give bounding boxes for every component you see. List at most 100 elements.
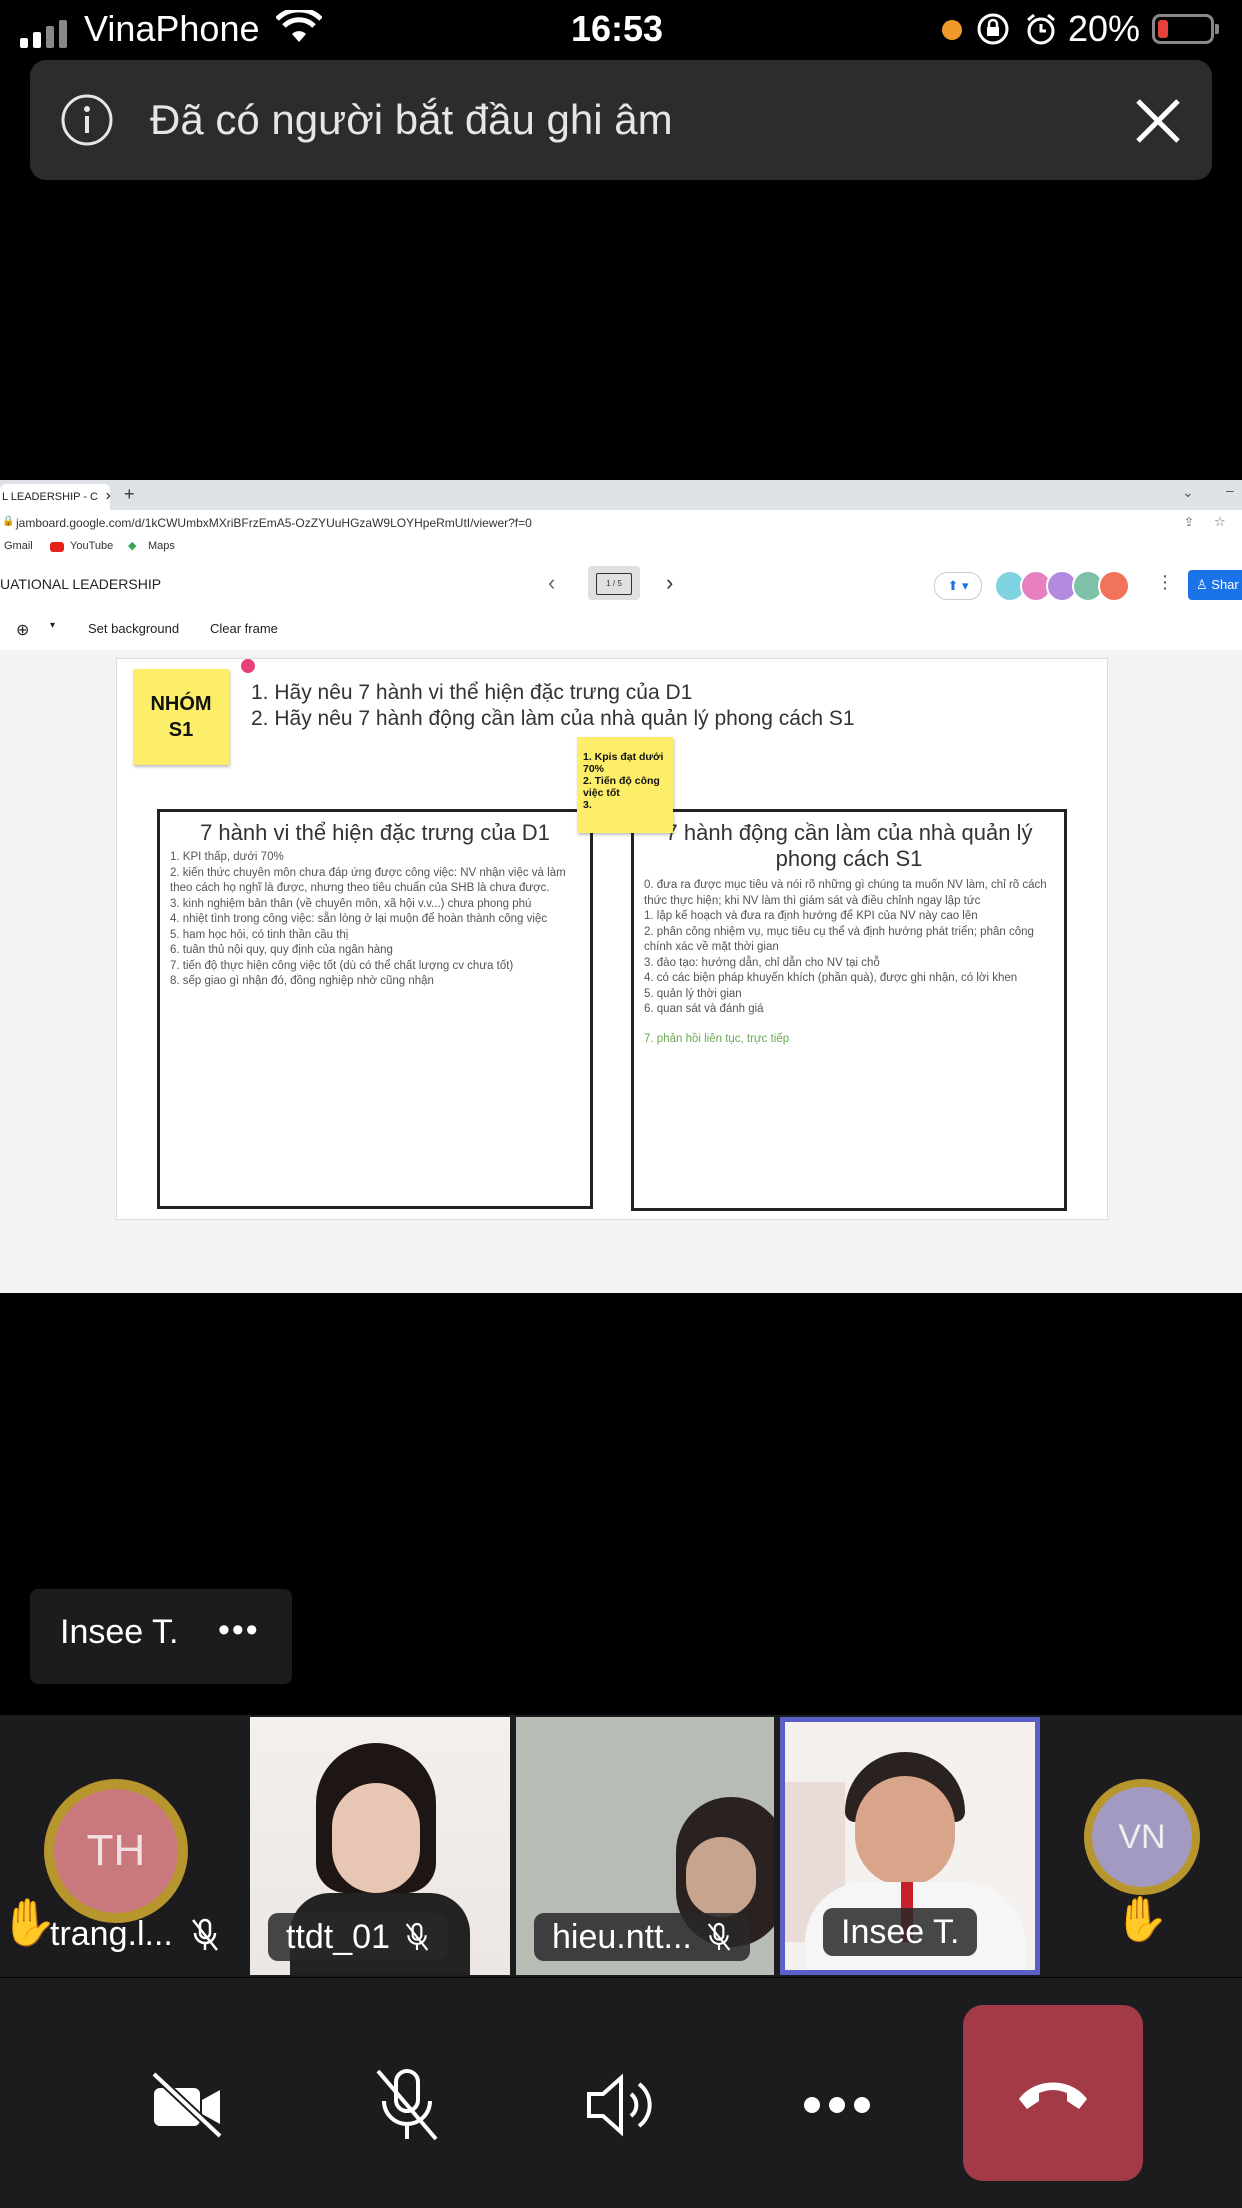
bookmark-youtube[interactable]: YouTube: [70, 540, 113, 552]
list-item: 1. KPI thấp, dưới 70%: [170, 851, 284, 863]
avatar: VN: [1084, 1779, 1200, 1895]
speaker-icon: [587, 2073, 652, 2137]
carrier-name: VinaPhone: [84, 8, 260, 49]
jamboard-toolbar: ⊕ ▾ Set background Clear frame: [0, 610, 1242, 651]
frame-bar-button[interactable]: 1 / 5: [588, 566, 640, 600]
list-item: 1. lập kế hoạch và đưa ra định hướng để …: [644, 910, 978, 922]
mic-off-icon: [190, 1917, 220, 1958]
wifi-icon: [275, 7, 323, 49]
bookmark-maps[interactable]: Maps: [148, 540, 175, 552]
list-item: 3. kinh nghiệm bản thân (về chuyên môn, …: [170, 897, 532, 910]
list-item: 5. quản lý thời gian: [644, 987, 742, 1000]
participant-tile[interactable]: ttdt_01: [250, 1717, 510, 1975]
present-button[interactable]: ⬆ ▾: [934, 572, 982, 600]
jam-frame[interactable]: NHÓM S1 1. Hãy nêu 7 hành vi thể hiện đặ…: [116, 658, 1108, 1220]
participant-tile-active[interactable]: Insee T.: [780, 1717, 1040, 1975]
right-box: 7 hành động cần làm của nhà quản lý phon…: [631, 809, 1067, 1211]
participant-name: Insee T.: [841, 1913, 960, 1951]
call-controls: [0, 1978, 1242, 2208]
camera-toggle-button[interactable]: [133, 2050, 243, 2160]
participant-name: trang.l...: [50, 1915, 173, 1953]
jamboard-canvas: NHÓM S1 1. Hãy nêu 7 hành vi thể hiện đặ…: [0, 650, 1242, 1293]
set-background-button[interactable]: Set background: [88, 621, 179, 636]
share-label: Shar: [1211, 577, 1239, 592]
participant-tile[interactable]: hieu.ntt...: [516, 1717, 774, 1975]
new-tab-icon[interactable]: +: [124, 484, 135, 505]
mic-off-icon: [405, 1922, 429, 1951]
list-item: 4. nhiệt tình trong công việc: sẵn lòng …: [170, 913, 548, 925]
participant-strip: TH ✋ trang.l... ttdt_01 hieu.ntt... Inse…: [0, 1715, 1242, 1977]
face: [686, 1837, 756, 1917]
question-2: 2. Hãy nêu 7 hành động cần làm của nhà q…: [251, 707, 855, 730]
document-title: UATIONAL LEADERSHIP: [0, 576, 162, 592]
share-page-icon[interactable]: ⇪: [1184, 515, 1194, 529]
chevron-down-icon[interactable]: ⌄: [1182, 484, 1194, 501]
youtube-icon: [50, 542, 64, 552]
speaker-name: Insee T.: [60, 1613, 179, 1651]
face: [332, 1783, 420, 1893]
avatar: [1098, 570, 1130, 602]
more-button[interactable]: [782, 2050, 892, 2160]
alarm-icon: [1024, 12, 1058, 51]
zoom-dropdown-icon[interactable]: ▾: [50, 620, 55, 631]
highlight-item: 7. phản hồi liên tục, trực tiếp: [644, 1032, 790, 1045]
status-bar: VinaPhone 16:53 20%: [0, 0, 1242, 60]
pin-icon: [241, 659, 255, 673]
signal-icon: [20, 20, 67, 48]
list-item: 0. đưa ra được mục tiêu và nói rõ những …: [644, 879, 1047, 907]
list-item: 6. tuân thủ nội quy, quy định của ngân h…: [170, 944, 393, 956]
participant-tile[interactable]: VN ✋: [1044, 1717, 1242, 1975]
mic-off-icon: [707, 1922, 731, 1951]
left-box-list: 1. KPI thấp, dưới 70% 2. kiến thức chuyê…: [160, 850, 590, 990]
mic-toggle-button[interactable]: [352, 2050, 462, 2160]
left-box: 7 hành vi thể hiện đặc trưng của D1 1. K…: [157, 809, 593, 1209]
right-box-list: 0. đưa ra được mục tiêu và nói rõ những …: [634, 878, 1064, 1047]
share-button[interactable]: ♙ Shar: [1188, 570, 1242, 600]
close-icon[interactable]: [1130, 93, 1186, 149]
raised-hand-icon: ✋: [1114, 1895, 1169, 1944]
left-box-title: 7 hành vi thể hiện đặc trưng của D1: [200, 820, 550, 845]
avatar-initials: VN: [1092, 1787, 1192, 1887]
recording-dot-icon: [942, 20, 962, 40]
more-options-icon[interactable]: ⋮: [1156, 572, 1174, 593]
more-icon[interactable]: •••: [218, 1611, 260, 1650]
mic-off-icon: [376, 2069, 438, 2141]
browser-tab-title: L LEADERSHIP - C: [2, 491, 98, 503]
recording-notification: Đã có người bắt đầu ghi âm: [30, 60, 1212, 180]
list-item: 5. ham học hỏi, có tinh thần cầu thị: [170, 928, 349, 941]
question-1: 1. Hãy nêu 7 hành vi thể hiện đặc trưng …: [251, 681, 693, 704]
speaker-button[interactable]: [566, 2050, 676, 2160]
lock-icon: 🔒: [2, 516, 15, 527]
browser-tab[interactable]: L LEADERSHIP - C ✕: [0, 484, 110, 510]
kpi-sticky-note[interactable]: 1. Kpis đạt dưới 70% 2. Tiến độ công việ…: [577, 737, 673, 833]
avatar: TH: [44, 1779, 188, 1923]
list-item: 2. kiến thức chuyên môn chưa đáp ứng đượ…: [170, 866, 566, 895]
tile-label: ttdt_01: [268, 1913, 448, 1961]
next-frame-icon[interactable]: ›: [666, 570, 673, 596]
battery-icon: [1152, 14, 1219, 44]
minimize-icon[interactable]: –: [1226, 482, 1234, 498]
list-item: 2. phân công nhiệm vụ, mục tiêu cụ thể v…: [644, 925, 1034, 954]
participant-tile[interactable]: TH ✋ trang.l...: [0, 1717, 246, 1975]
bookmark-gmail[interactable]: Gmail: [4, 540, 33, 552]
end-call-button[interactable]: [963, 2005, 1143, 2181]
previous-frame-icon[interactable]: ‹: [548, 570, 555, 596]
zoom-icon[interactable]: ⊕: [16, 620, 29, 640]
notification-message: Đã có người bắt đầu ghi âm: [150, 96, 673, 143]
group-sticky-note[interactable]: NHÓM S1: [133, 669, 229, 765]
participant-name: hieu.ntt...: [552, 1918, 692, 1956]
url-text: jamboard.google.com/d/1kCWUmbxMXriBFrzEm…: [16, 516, 532, 530]
shared-screen: L LEADERSHIP - C ✕ + ⌄ – 🔒 jamboard.goog…: [0, 480, 1242, 1293]
info-icon: [60, 93, 114, 152]
close-tab-icon[interactable]: ✕: [105, 491, 110, 503]
address-bar[interactable]: 🔒 jamboard.google.com/d/1kCWUmbxMXriBFrz…: [0, 510, 1242, 537]
active-speaker-card[interactable]: Insee T. •••: [30, 1589, 292, 1684]
avatar-initials: TH: [54, 1789, 178, 1913]
battery-percent: 20%: [1068, 8, 1141, 49]
person-icon: ♙: [1196, 577, 1212, 592]
star-icon[interactable]: ☆: [1214, 514, 1226, 530]
raised-hand-icon: ✋: [0, 1896, 58, 1948]
clear-frame-button[interactable]: Clear frame: [210, 621, 278, 636]
list-item: 3. đào tạo: hướng dẫn, chỉ dẫn cho NV tạ…: [644, 956, 880, 969]
list-item: 4. có các biện pháp khuyến khích (phần q…: [644, 972, 1018, 984]
